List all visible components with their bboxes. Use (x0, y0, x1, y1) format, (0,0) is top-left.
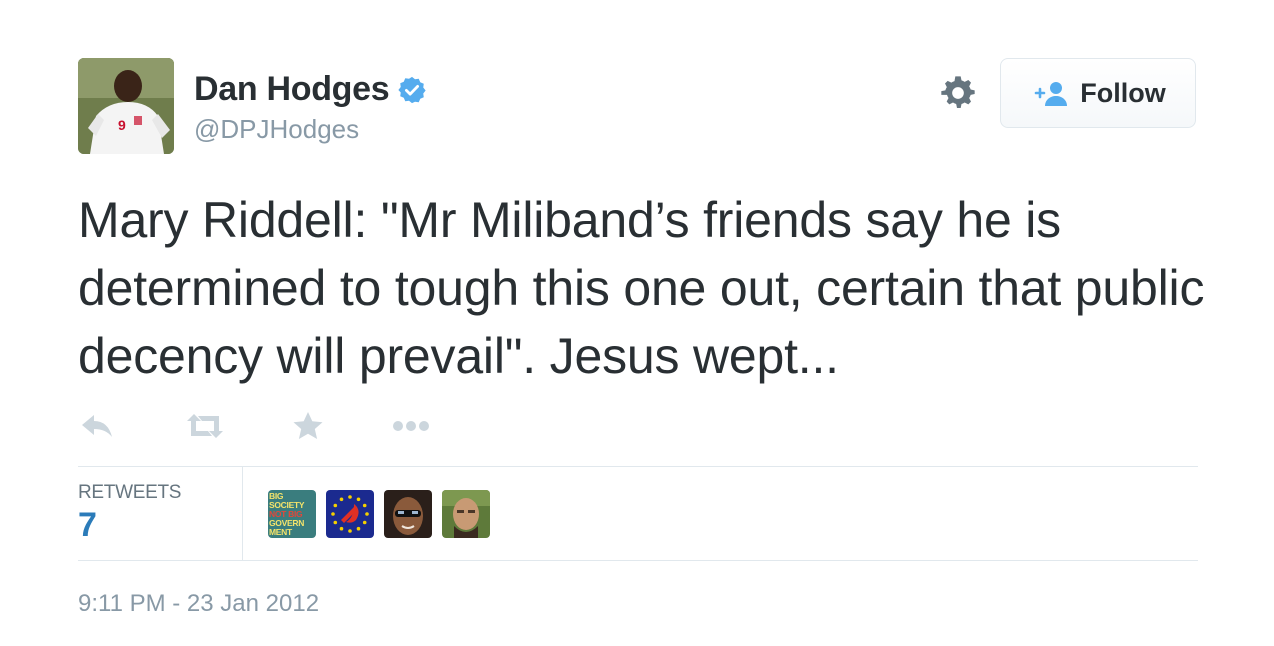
footballer-avatar-image: 9 (78, 58, 174, 154)
favorite-button[interactable] (292, 406, 324, 446)
retweeter-avatars: BIG SOCIETY NOT BIG GOVERN MENT (268, 490, 500, 538)
bald-man-avatar[interactable] (442, 490, 490, 538)
retweets-label[interactable]: RETWEETS (78, 482, 181, 504)
more-button[interactable] (390, 406, 432, 446)
reply-icon (82, 415, 112, 437)
eu-hammer-sickle-avatar[interactable] (326, 490, 374, 538)
tweet-text: Mary Riddell: "Mr Miliband’s friends say… (78, 192, 1205, 384)
user-avatar[interactable]: 9 (78, 58, 174, 154)
svg-text:9: 9 (118, 117, 126, 133)
tweet-timestamp[interactable]: 9:11 PM - 23 Jan 2012 (78, 590, 319, 618)
sunglasses-man-avatar-image (384, 490, 432, 538)
eu-hammer-sickle-avatar-image (326, 490, 374, 538)
retweet-button[interactable] (184, 406, 226, 446)
follow-label: Follow (1080, 77, 1166, 108)
star-icon (293, 412, 323, 439)
verified-badge-icon (398, 76, 426, 103)
retweets-count[interactable]: 7 (78, 506, 97, 545)
reply-button[interactable] (78, 406, 116, 446)
retweet-icon (187, 414, 223, 438)
stats-divider-top (78, 466, 1198, 467)
add-user-icon (1034, 82, 1068, 106)
user-handle[interactable]: @DPJHodges (194, 114, 359, 145)
big-society-avatar-image: BIG SOCIETY NOT BIG GOVERN MENT (268, 490, 316, 538)
bald-man-avatar-image (442, 490, 490, 538)
gear-icon[interactable] (938, 73, 978, 113)
stats-divider-bottom (78, 560, 1198, 561)
sunglasses-man-avatar[interactable] (384, 490, 432, 538)
big-society-avatar[interactable]: BIG SOCIETY NOT BIG GOVERN MENT (268, 490, 316, 538)
more-icon (393, 421, 429, 431)
follow-button[interactable]: Follow (1000, 58, 1196, 128)
user-fullname[interactable]: Dan Hodges (194, 70, 390, 109)
stats-divider-vertical (242, 467, 243, 560)
user-name-row[interactable]: Dan Hodges (194, 70, 427, 109)
